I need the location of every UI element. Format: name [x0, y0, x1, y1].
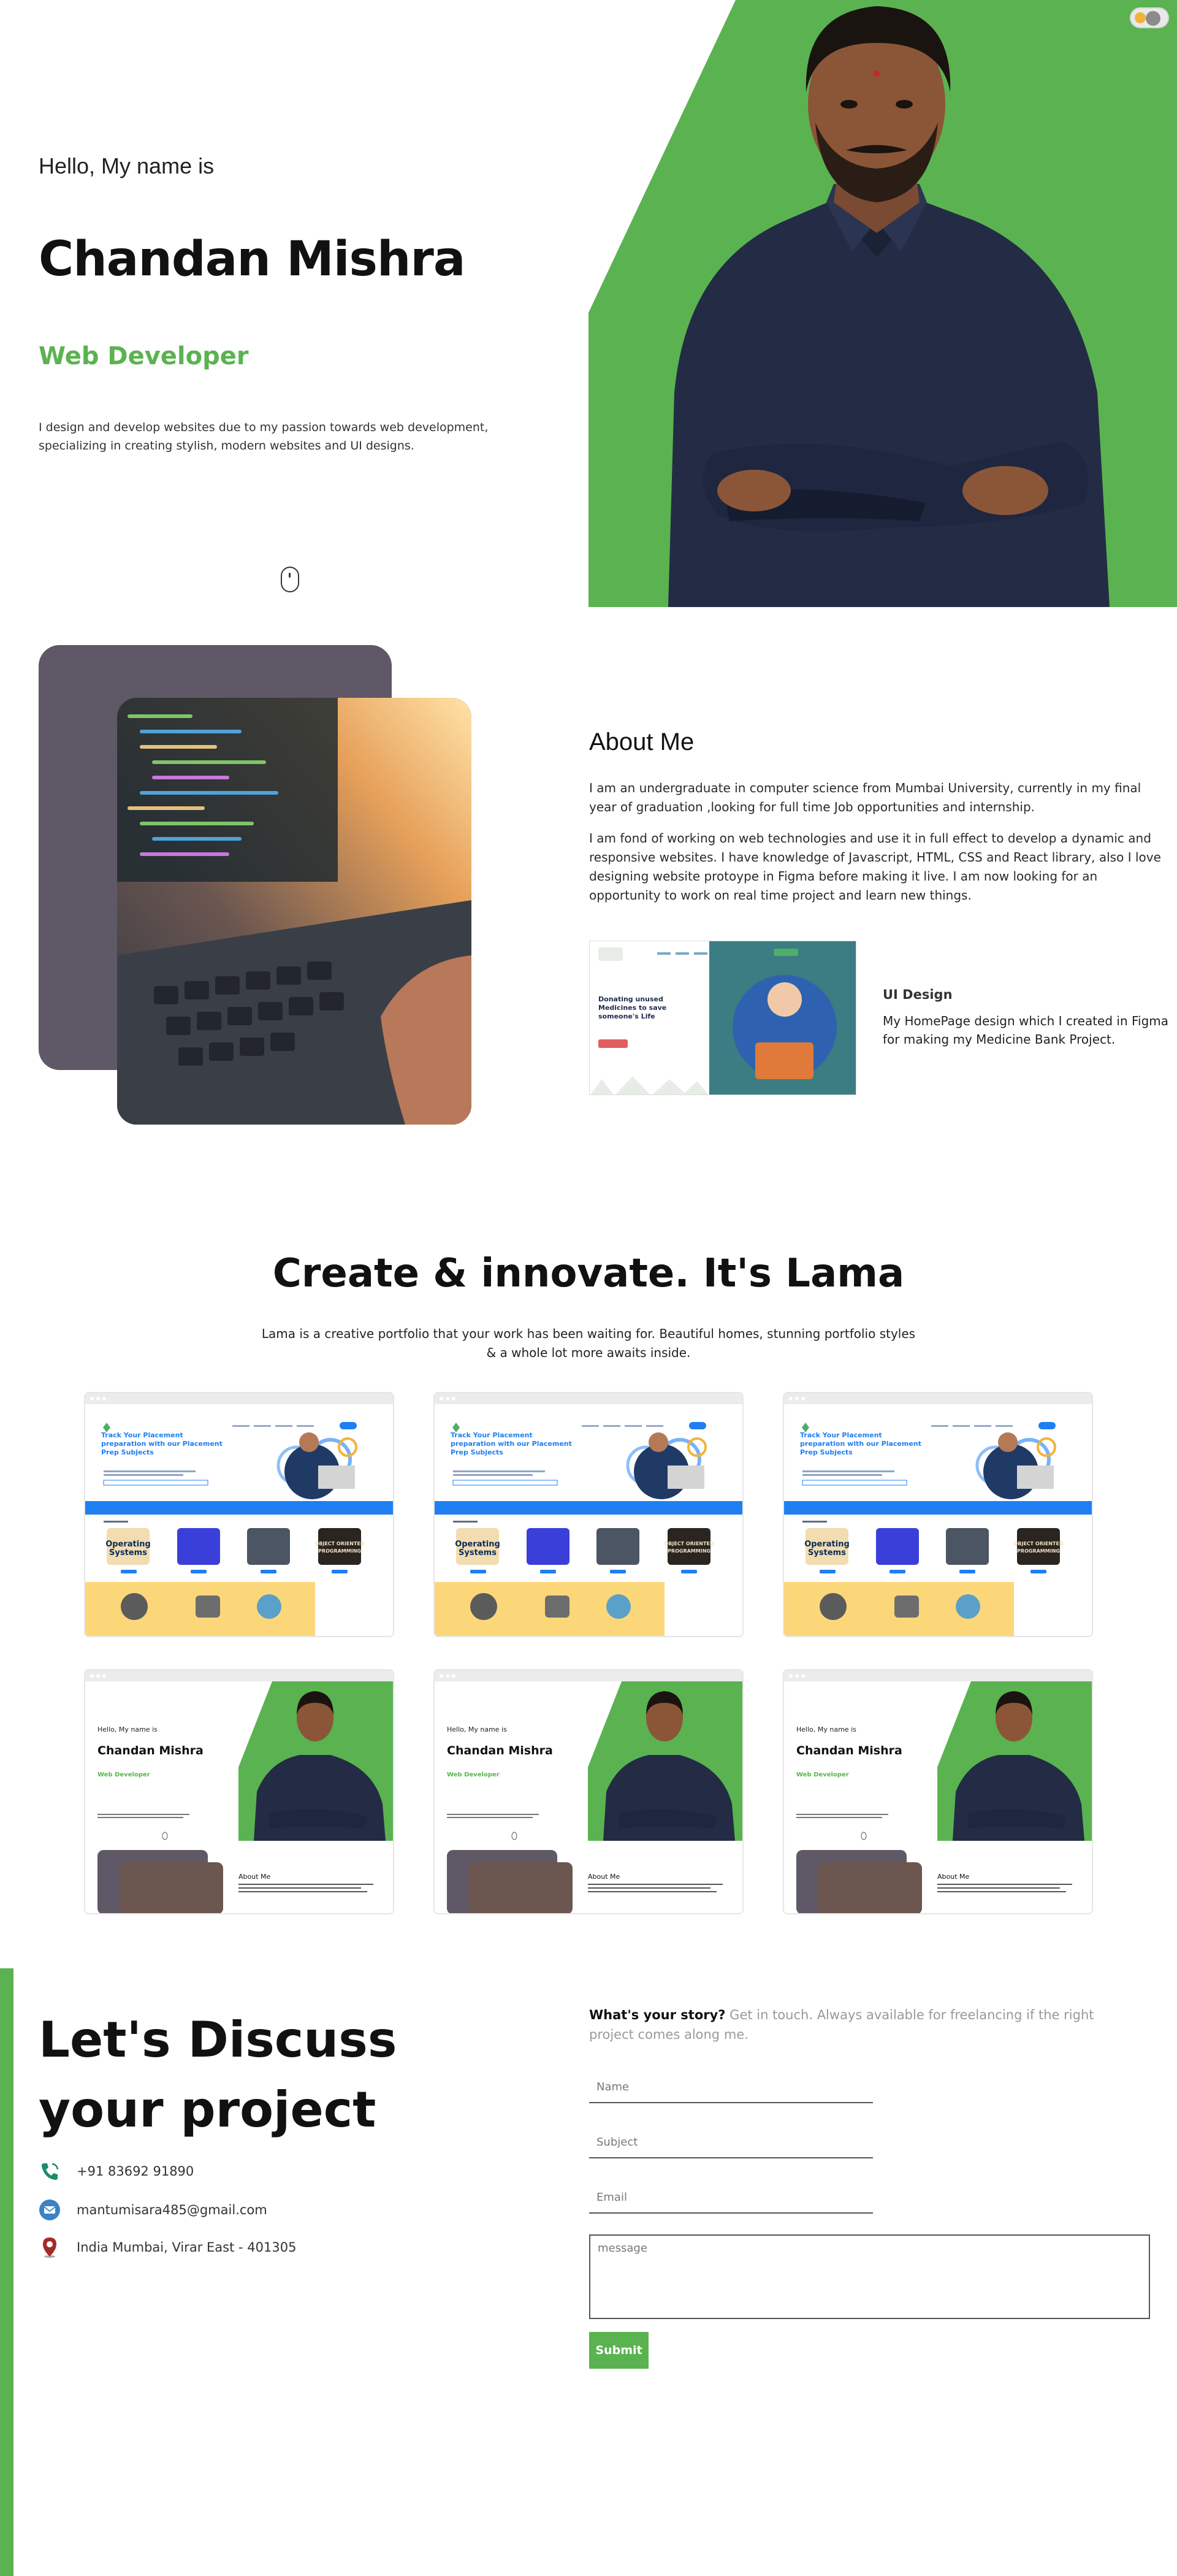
portfolio-card-placement-2[interactable]: Operating Systems OBJECT ORIENTED PROGRA…	[433, 1392, 744, 1637]
mouse-wheel	[289, 573, 291, 578]
svg-text:PROGRAMMING: PROGRAMMING	[1017, 1548, 1060, 1554]
portfolio-card-placement-1[interactable]: Operating Systems OBJECT ORIENTED PROGRA…	[84, 1392, 394, 1637]
browser-bar	[85, 1670, 393, 1681]
name-field[interactable]	[589, 2071, 873, 2103]
portfolio-card-name: Chandan Mishra	[796, 1744, 902, 1757]
portfolio-card-personal-2[interactable]: Hello, My name is Chandan Mishra Web Dev…	[433, 1669, 744, 1914]
hero-greeting: Hello, My name is	[39, 153, 215, 178]
about-paragraph-1: I am an undergraduate in computer scienc…	[589, 781, 1141, 814]
ui-design-description: My HomePage design which I created in Fi…	[883, 1014, 1169, 1047]
browser-bar	[784, 1670, 1092, 1681]
portfolio-card-greeting: Hello, My name is	[796, 1726, 856, 1733]
portfolio-card-about: About Me	[588, 1873, 620, 1881]
portfolio-card-about: About Me	[937, 1873, 970, 1881]
portfolio-description: Lama is a creative portfolio that your w…	[261, 1326, 916, 1360]
contact-story-heading: What's your story?	[589, 2008, 726, 2022]
phone-icon	[42, 2163, 59, 2180]
email-icon	[39, 2200, 60, 2220]
contact-email[interactable]: mantumisara485@gmail.com	[39, 2198, 267, 2222]
portfolio-card-name: Chandan Mishra	[97, 1744, 204, 1757]
browser-bar	[784, 1393, 1092, 1404]
contact-phone-text: +91 83692 91890	[77, 2164, 194, 2179]
message-field[interactable]	[589, 2234, 1150, 2319]
portfolio-card-personal-3[interactable]: Hello, My name is Chandan Mishra Web Dev…	[783, 1669, 1093, 1914]
location-pin-icon	[43, 2238, 56, 2258]
svg-text:Operating: Operating	[804, 1540, 850, 1549]
about-laptop-image	[117, 698, 471, 1125]
portfolio-card-about: About Me	[238, 1873, 271, 1881]
hero-section: Hello, My name is Chandan Mishra Web Dev…	[0, 0, 1177, 607]
ui-design-thumbnail[interactable]: Donating unused Medicines to save someon…	[589, 941, 856, 1095]
contact-accent-bar	[0, 1968, 13, 2576]
contact-address: India Mumbai, Virar East - 401305	[39, 2235, 296, 2260]
subject-field[interactable]	[589, 2127, 873, 2158]
svg-text:Systems: Systems	[109, 1548, 147, 1557]
email-field[interactable]	[589, 2182, 873, 2214]
contact-phone[interactable]: +91 83692 91890	[39, 2159, 194, 2184]
svg-text:PROGRAMMING: PROGRAMMING	[668, 1548, 710, 1554]
ui-design-title: UI Design	[883, 987, 953, 1002]
ui-thumb-headline: Donating unused Medicines to save someon…	[598, 995, 667, 1020]
profile-photo	[668, 6, 1110, 607]
portfolio-card-greeting: Hello, My name is	[447, 1726, 507, 1733]
portfolio-card-role: Web Developer	[796, 1771, 849, 1778]
contact-email-text: mantumisara485@gmail.com	[77, 2203, 267, 2217]
svg-text:Systems: Systems	[808, 1548, 846, 1557]
svg-text:OBJECT ORIENTED: OBJECT ORIENTED	[314, 1541, 364, 1546]
toggle-knob[interactable]	[1146, 11, 1160, 26]
svg-text:Operating: Operating	[105, 1540, 151, 1549]
placement-card-headline: Track Your Placement preparation with ou…	[800, 1431, 921, 1456]
contact-title: Let's Discuss your project	[39, 2011, 397, 2138]
contact-story: What's your story? Get in touch. Always …	[589, 2005, 1141, 2044]
portfolio-card-placement-3[interactable]: Operating Systems OBJECT ORIENTED PROGRA…	[783, 1392, 1093, 1637]
about-paragraph-2: I am fond of working on web technologies…	[589, 831, 1161, 903]
browser-bar	[435, 1393, 742, 1404]
placement-card-headline: Track Your Placement preparation with ou…	[101, 1431, 223, 1456]
browser-bar	[435, 1670, 742, 1681]
contact-address-text: India Mumbai, Virar East - 401305	[77, 2240, 297, 2255]
portfolio-card-name: Chandan Mishra	[447, 1744, 553, 1757]
portfolio-card-role: Web Developer	[447, 1771, 500, 1778]
portfolio-card-role: Web Developer	[97, 1771, 150, 1778]
placement-card-headline: Track Your Placement preparation with ou…	[451, 1431, 572, 1456]
hero-intro: I design and develop websites due to my …	[39, 421, 489, 453]
hero-role: Web Developer	[39, 342, 249, 370]
svg-text:Operating: Operating	[455, 1540, 500, 1549]
svg-text:OBJECT ORIENTED: OBJECT ORIENTED	[664, 1541, 714, 1546]
submit-button[interactable]: Submit	[589, 2332, 649, 2369]
portfolio-title: Create & innovate. It's Lama	[272, 1251, 905, 1296]
svg-text:PROGRAMMING: PROGRAMMING	[318, 1548, 361, 1554]
theme-toggle[interactable]	[1130, 7, 1169, 28]
portfolio-card-greeting: Hello, My name is	[97, 1726, 158, 1733]
sun-icon	[1135, 12, 1146, 23]
svg-text:Systems: Systems	[459, 1548, 497, 1557]
browser-bar	[85, 1393, 393, 1404]
about-title: About Me	[589, 728, 695, 755]
mouse-scroll-icon[interactable]	[281, 567, 299, 592]
portfolio-card-personal-1[interactable]: Hello, My name is Chandan Mishra Web Dev…	[84, 1669, 394, 1914]
hero-name: Chandan Mishra	[39, 232, 466, 287]
svg-text:OBJECT ORIENTED: OBJECT ORIENTED	[1013, 1541, 1063, 1546]
